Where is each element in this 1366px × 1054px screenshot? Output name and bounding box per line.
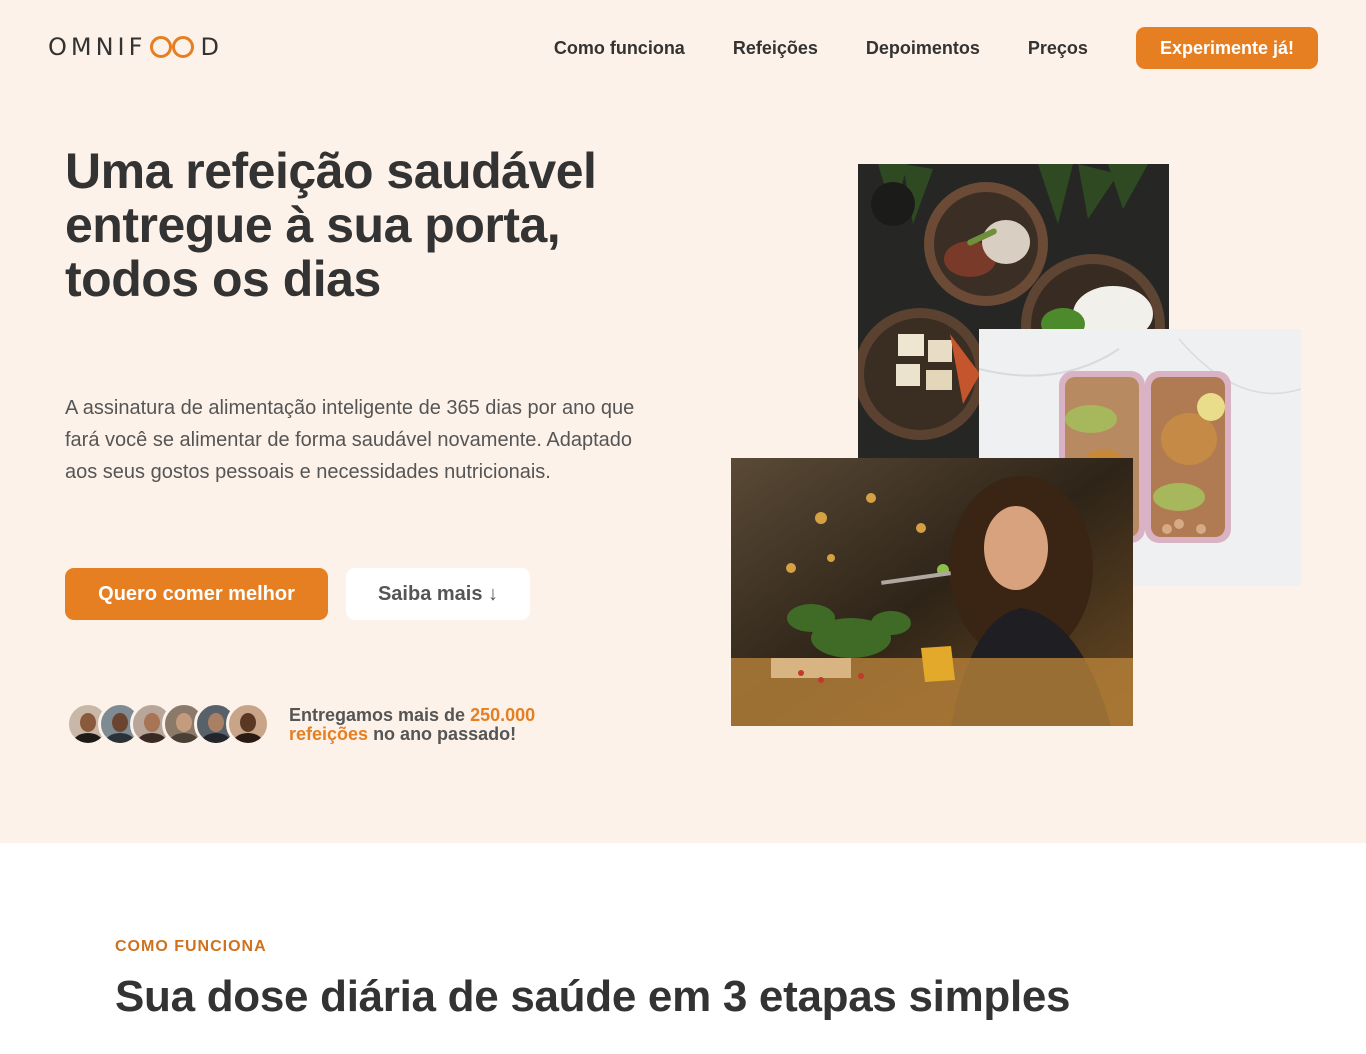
infinity-logo-icon xyxy=(150,36,195,58)
hero-image-woman-eating xyxy=(731,458,1133,726)
logo-text-left: OMNIF xyxy=(48,33,147,61)
delivered-meals-text: Entregamos mais de 250.000 refeições no … xyxy=(289,706,579,744)
omnifood-logo[interactable]: OMNIF D xyxy=(48,33,223,61)
quero-comer-melhor-button[interactable]: Quero comer melhor xyxy=(65,568,328,620)
customer-avatars xyxy=(66,702,276,746)
hero-description: A assinatura de alimentação inteligente … xyxy=(65,397,635,483)
logo-text-right: D xyxy=(200,33,223,61)
nav-precos[interactable]: Preços xyxy=(1028,27,1088,69)
saiba-mais-button[interactable]: Saiba mais ↓ xyxy=(346,568,530,620)
hero-title: Uma refeição saudável entregue à sua por… xyxy=(65,143,597,307)
delivered-suffix: no ano passado! xyxy=(368,724,517,744)
section-title: Sua dose diária de saúde em 3 etapas sim… xyxy=(115,972,1071,1021)
experimente-button[interactable]: Experimente já! xyxy=(1135,27,1318,69)
nav-como-funciona[interactable]: Como funciona xyxy=(554,27,685,69)
delivered-prefix: Entregamos mais de xyxy=(289,705,471,725)
nav-refeicoes[interactable]: Refeições xyxy=(733,27,818,69)
customer-avatar xyxy=(226,702,270,746)
section-subheading: COMO FUNCIONA xyxy=(115,938,267,955)
nav-depoimentos[interactable]: Depoimentos xyxy=(866,27,980,69)
main-nav: Como funciona Refeições Depoimentos Preç… xyxy=(506,27,1318,69)
